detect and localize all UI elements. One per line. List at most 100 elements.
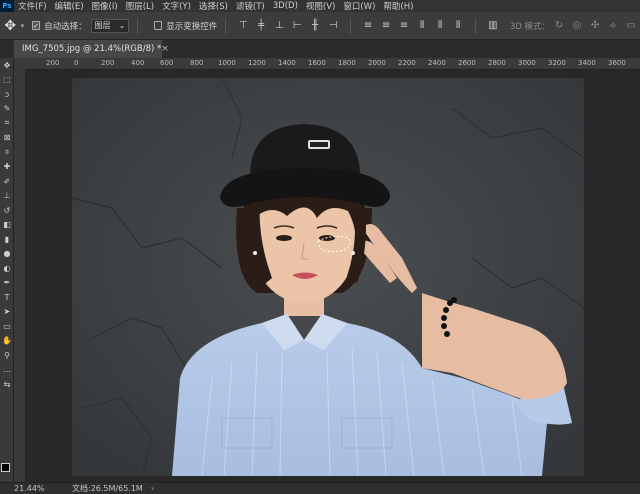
3d-slide-icon[interactable]: ⟡: [607, 19, 619, 33]
swap-colors-icon[interactable]: ⇆: [0, 377, 14, 392]
ruler-origin[interactable]: [14, 58, 26, 70]
3d-rotate-icon[interactable]: ↻: [553, 19, 565, 33]
menu-3d[interactable]: 3D(D): [269, 1, 302, 11]
auto-select-target-dropdown[interactable]: 图层 ⌄: [90, 18, 130, 33]
menu-file[interactable]: 文件(F): [14, 0, 51, 12]
menu-help[interactable]: 帮助(H): [379, 0, 417, 12]
history-brush-tool-icon[interactable]: ↺: [0, 203, 14, 218]
show-transform-checkbox[interactable]: [154, 21, 163, 30]
3d-roll-icon[interactable]: ◎: [571, 19, 583, 33]
status-menu-arrow-icon[interactable]: ›: [151, 484, 154, 493]
ruler-tick-label: 3600: [608, 59, 626, 67]
ruler-tick-label: 2800: [488, 59, 506, 67]
menu-filter[interactable]: 滤镜(T): [232, 0, 269, 12]
pen-tool-icon[interactable]: ✒: [0, 276, 14, 291]
type-tool-icon[interactable]: T: [0, 290, 14, 305]
menu-type[interactable]: 文字(Y): [158, 0, 195, 12]
distribute-vcenter-icon[interactable]: ≡: [380, 19, 392, 33]
horizontal-ruler[interactable]: 200 0 200 400 600 800 1000 1200 1400 160…: [26, 58, 640, 70]
align-left-icon[interactable]: ⊢: [291, 19, 303, 33]
tool-preset-chevron-icon[interactable]: ▾: [21, 22, 25, 30]
more-tools-icon[interactable]: …: [0, 363, 14, 378]
distribute-hcenter-icon[interactable]: ⦀: [434, 19, 446, 33]
align-hcenter-icon[interactable]: ╫: [309, 19, 321, 33]
canvas-area[interactable]: [26, 70, 640, 482]
tools-panel: ✥ ⬚ ↄ ✎ ⌗ ⊠ ⌽ ✚ ✐ ⊥ ↺ ◧ ▮ ● ◐ ✒ T ➤ ▭ ✋ …: [0, 58, 14, 482]
brush-tool-icon[interactable]: ✐: [0, 174, 14, 189]
vertical-ruler[interactable]: [14, 70, 26, 482]
ruler-tick-label: 1400: [278, 59, 296, 67]
distribute-top-icon[interactable]: ≡: [362, 19, 374, 33]
zoom-tool-icon[interactable]: ⚲: [0, 348, 14, 363]
options-bar: ✥ ▾ ✓ 自动选择： 图层 ⌄ 显示变换控件 ⊤ ╪ ⊥ ⊢ ╫ ⊣ ≡ ≡ …: [0, 12, 640, 40]
ruler-tick-label: 3000: [518, 59, 536, 67]
ruler-tick-label: 400: [131, 59, 145, 67]
eraser-tool-icon[interactable]: ◧: [0, 218, 14, 233]
ruler-tick-label: 1000: [218, 59, 236, 67]
gradient-tool-icon[interactable]: ▮: [0, 232, 14, 247]
ruler-tick-label: 800: [190, 59, 204, 67]
foreground-color-swatch[interactable]: [1, 463, 10, 472]
ruler-tick-label: 0: [74, 59, 79, 67]
mode-3d-label: 3D 模式：: [509, 21, 551, 32]
menu-edit[interactable]: 编辑(E): [51, 0, 88, 12]
auto-select-checkbox[interactable]: ✓: [32, 21, 41, 30]
document-tab-bar: IMG_7505.jpg @ 21.4%(RGB/8) * ×: [0, 40, 640, 58]
menu-select[interactable]: 选择(S): [195, 0, 232, 12]
menu-bar: Ps 文件(F) 编辑(E) 图像(I) 图层(L) 文字(Y) 选择(S) 滤…: [0, 0, 640, 12]
document-tab-title: IMG_7505.jpg @ 21.4%(RGB/8) *: [22, 44, 162, 54]
hand-tool-icon[interactable]: ✋: [0, 334, 14, 349]
distribute-left-icon[interactable]: ⦀: [416, 19, 428, 33]
frame-tool-icon[interactable]: ⊠: [0, 131, 14, 146]
dodge-tool-icon[interactable]: ◐: [0, 261, 14, 276]
ruler-tick-label: 200: [46, 59, 60, 67]
lasso-tool-icon[interactable]: ↄ: [0, 87, 14, 102]
marquee-tool-icon[interactable]: ⬚: [0, 73, 14, 88]
document-size-info: 文档:26.5M/65.1M: [72, 484, 143, 493]
align-vcenter-icon[interactable]: ╪: [255, 19, 267, 33]
ruler-tick-label: 3200: [548, 59, 566, 67]
eyedropper-tool-icon[interactable]: ⌽: [0, 145, 14, 160]
close-icon[interactable]: ×: [161, 44, 169, 54]
quick-select-tool-icon[interactable]: ✎: [0, 102, 14, 117]
photoshop-logo-icon: Ps: [0, 0, 14, 12]
ruler-tick-label: 200: [101, 59, 115, 67]
healing-brush-tool-icon[interactable]: ✚: [0, 160, 14, 175]
status-bar: 21.44% 文档:26.5M/65.1M ›: [0, 482, 640, 494]
3d-scale-icon[interactable]: ▭: [625, 19, 637, 33]
divider: [350, 17, 352, 34]
menu-image[interactable]: 图像(I): [88, 0, 122, 12]
ruler-tick-label: 2200: [398, 59, 416, 67]
document-photo[interactable]: [72, 78, 584, 476]
menu-layer[interactable]: 图层(L): [122, 0, 158, 12]
3d-pan-icon[interactable]: ✣: [589, 19, 601, 33]
ruler-tick-label: 3400: [578, 59, 596, 67]
crop-tool-icon[interactable]: ⌗: [0, 116, 14, 131]
divider: [137, 17, 139, 34]
ruler-tick-label: 1600: [308, 59, 326, 67]
clone-stamp-tool-icon[interactable]: ⊥: [0, 189, 14, 204]
move-tool-icon[interactable]: ✥: [0, 12, 21, 40]
divider: [225, 17, 227, 34]
ruler-tick-label: 2600: [458, 59, 476, 67]
blur-tool-icon[interactable]: ●: [0, 247, 14, 262]
auto-align-layers-icon[interactable]: ▥: [487, 19, 499, 33]
zoom-level[interactable]: 21.44%: [14, 484, 50, 493]
menu-view[interactable]: 视图(V): [302, 0, 339, 12]
align-bottom-icon[interactable]: ⊥: [273, 19, 285, 33]
menu-window[interactable]: 窗口(W): [339, 0, 379, 12]
distribute-right-icon[interactable]: ⦀: [452, 19, 464, 33]
portrait-photo-image: [72, 78, 584, 476]
document-tab[interactable]: IMG_7505.jpg @ 21.4%(RGB/8) * ×: [14, 40, 169, 58]
chevron-down-icon: ⌄: [118, 21, 126, 30]
ruler-tick-label: 1800: [338, 59, 356, 67]
move-tool-icon[interactable]: ✥: [0, 58, 14, 73]
align-top-icon[interactable]: ⊤: [237, 19, 249, 33]
distribute-bottom-icon[interactable]: ≡: [398, 19, 410, 33]
divider: [475, 17, 476, 34]
auto-select-label: 自动选择：: [44, 21, 87, 32]
path-select-tool-icon[interactable]: ➤: [0, 305, 14, 320]
rectangle-tool-icon[interactable]: ▭: [0, 319, 14, 334]
align-right-icon[interactable]: ⊣: [327, 19, 339, 33]
auto-select-target-value: 图层: [94, 21, 111, 30]
